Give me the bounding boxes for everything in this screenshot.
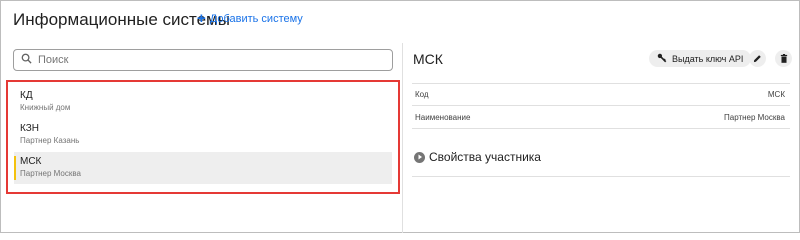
delete-button[interactable] [775, 50, 792, 67]
member-properties-toggle[interactable]: Свойства участника [414, 150, 541, 164]
trash-icon [780, 50, 788, 68]
add-system-label: Добавить систему [209, 13, 303, 25]
edit-button[interactable] [749, 50, 766, 67]
list-item-selected[interactable]: МСК Партнер Москва [14, 152, 392, 184]
app-frame: Информационные системы + Добавить систем… [0, 0, 800, 233]
divider [412, 83, 790, 84]
plus-icon: + [197, 10, 206, 27]
issue-api-key-button[interactable]: Выдать ключ API [649, 50, 752, 67]
list-item-subtitle: Партнер Москва [20, 169, 81, 178]
list-item-subtitle: Книжный дом [20, 103, 71, 112]
field-value-code: МСК [767, 90, 785, 99]
list-item-name: КЗН [20, 123, 39, 134]
list-item-name: КД [20, 90, 33, 101]
member-properties-label: Свойства участника [429, 150, 541, 164]
expand-arrow-icon [414, 151, 425, 163]
add-system-button[interactable]: + Добавить систему [197, 10, 303, 27]
field-label-name: Наименование [415, 113, 471, 122]
list-item[interactable]: КД Книжный дом [14, 86, 392, 118]
list-item[interactable]: КЗН Партнер Казань [14, 119, 392, 151]
issue-api-key-label: Выдать ключ API [672, 53, 744, 64]
field-label-code: Код [415, 90, 429, 99]
divider [412, 128, 790, 129]
divider [412, 105, 790, 106]
panel-divider [402, 43, 403, 233]
field-value-name: Партнер Москва [724, 113, 785, 122]
divider [412, 176, 790, 177]
list-item-subtitle: Партнер Казань [20, 136, 80, 145]
search-box[interactable] [13, 49, 393, 71]
list-item-name: МСК [20, 156, 42, 167]
detail-title: МСК [413, 51, 443, 67]
search-icon [21, 51, 32, 69]
system-list: КД Книжный дом КЗН Партнер Казань МСК Па… [6, 80, 400, 194]
search-input[interactable] [38, 54, 378, 66]
key-icon [657, 53, 667, 65]
pencil-icon [753, 50, 762, 68]
